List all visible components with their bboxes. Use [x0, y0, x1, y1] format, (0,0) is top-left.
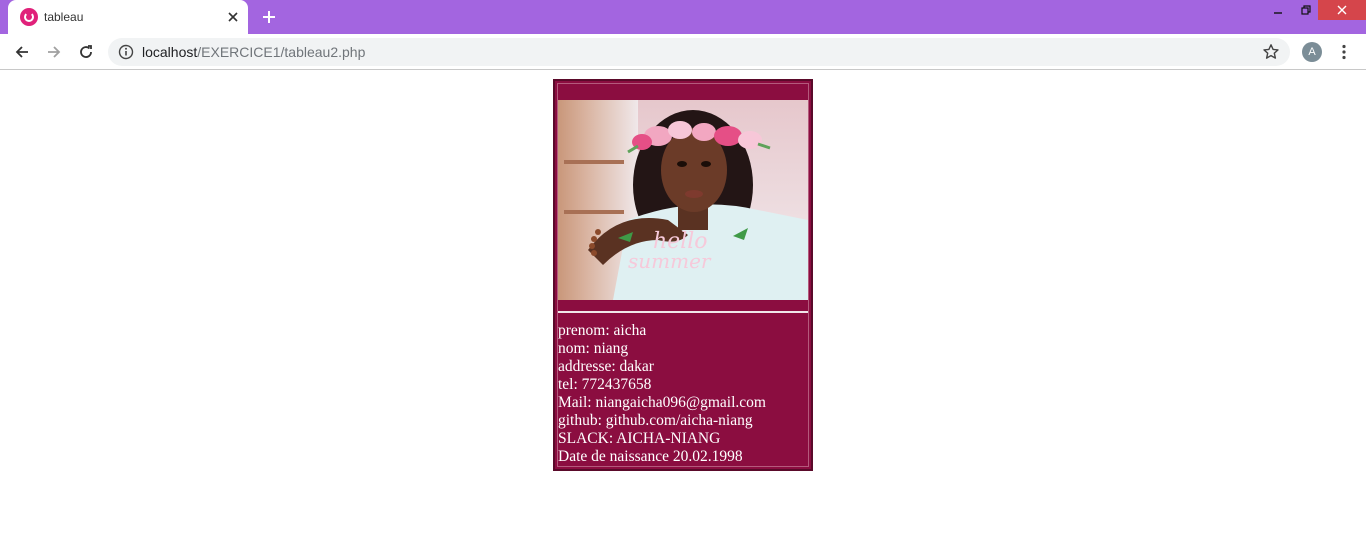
- browser-tab[interactable]: tableau: [8, 0, 248, 34]
- slack-line: SLACK: AICHA-NIANG: [558, 430, 721, 447]
- wamp-favicon-icon: [20, 8, 38, 26]
- github-line: github: github.com/aicha-niang: [558, 412, 753, 429]
- tab-title: tableau: [44, 10, 84, 24]
- addresse-line: addresse: dakar: [558, 358, 654, 375]
- profile-avatar[interactable]: A: [1302, 42, 1322, 62]
- new-tab-button[interactable]: [258, 6, 280, 28]
- profile-info: prenom: aicha nom: niang addresse: dakar…: [558, 322, 810, 466]
- profile-photo: hello summer: [558, 100, 808, 300]
- url-text[interactable]: localhost/EXERCICE1/tableau2.php: [142, 44, 365, 60]
- mail-line: Mail: niangaicha096@gmail.com: [558, 394, 766, 411]
- tab-strip: tableau: [0, 0, 1366, 34]
- info-icon[interactable]: [118, 44, 134, 60]
- back-arrow-icon[interactable]: [10, 40, 34, 64]
- bookmark-star-icon[interactable]: [1262, 43, 1280, 61]
- window-close-icon[interactable]: [1318, 0, 1366, 20]
- address-bar[interactable]: localhost/EXERCICE1/tableau2.php: [108, 38, 1290, 66]
- url-host: localhost: [142, 44, 198, 60]
- reload-icon[interactable]: [74, 40, 98, 64]
- restore-icon[interactable]: [1292, 0, 1320, 20]
- kebab-menu-icon[interactable]: [1336, 42, 1352, 62]
- tel-line: tel: 772437658: [558, 376, 652, 393]
- prenom-line: prenom: aicha: [558, 322, 647, 339]
- divider: [558, 311, 808, 313]
- close-tab-icon[interactable]: [224, 8, 242, 26]
- url-path: /EXERCICE1/tableau2.php: [197, 44, 366, 60]
- browser-toolbar: localhost/EXERCICE1/tableau2.php A: [0, 34, 1366, 70]
- forward-arrow-icon[interactable]: [42, 40, 66, 64]
- profile-card: hello summer prenom: aicha nom: niang ad…: [553, 79, 813, 471]
- birthdate-line: Date de naissance 20.02.1998: [558, 448, 743, 465]
- svg-text:summer: summer: [628, 249, 712, 273]
- nom-line: nom: niang: [558, 340, 629, 357]
- minimize-icon[interactable]: [1264, 0, 1292, 20]
